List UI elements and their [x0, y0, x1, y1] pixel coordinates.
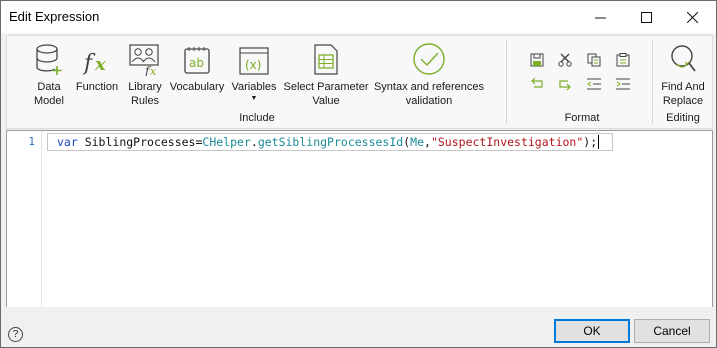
undo-icon [531, 77, 543, 88]
people-fx-icon: f x [129, 44, 159, 76]
ribbon-toolbar: Data Model f x Function f x Library Rule… [6, 35, 713, 129]
ab-icon: ab [184, 47, 210, 74]
copy-icon [587, 53, 601, 67]
line-number: 1 [28, 135, 35, 148]
function-label: Function [75, 81, 119, 93]
text-cursor [598, 135, 600, 149]
code-editor[interactable]: 1 var SiblingProcesses=CHelper.getSiblin… [6, 130, 713, 308]
table-doc-icon [314, 44, 338, 75]
undo-button[interactable] [526, 74, 548, 94]
format-group-label: Format [564, 112, 600, 124]
data-model-button[interactable]: Data Model [29, 40, 69, 108]
find-replace-button[interactable]: Find And Replace [657, 40, 709, 108]
chevron-down-icon: ▼ [250, 95, 258, 102]
code-string: "SuspectInvestigation" [430, 135, 584, 149]
paste-icon [616, 53, 630, 67]
code-line[interactable]: var SiblingProcesses=CHelper.getSiblingP… [57, 135, 600, 149]
vocabulary-label: Vocabulary [169, 81, 225, 93]
indent-button[interactable] [612, 74, 634, 94]
dialog-footer: ? OK Cancel [1, 307, 716, 347]
minimize-button[interactable] [577, 1, 623, 33]
svg-text:ab: ab [189, 56, 204, 70]
help-icon[interactable]: ? [8, 327, 23, 342]
select-parameter-value-label: Select Parameter Value [283, 81, 369, 107]
minimize-icon [594, 17, 606, 18]
ok-button[interactable]: OK [554, 319, 630, 343]
variables-label: Variables [231, 81, 277, 93]
syntax-validation-label: Syntax and references validation [373, 81, 485, 107]
outdent-button[interactable] [583, 74, 605, 94]
fx-icon: f x [82, 51, 106, 76]
code-identifier: SiblingProcesses= [77, 135, 203, 149]
code-class: CHelper [202, 135, 251, 149]
search-replace-icon [671, 45, 696, 72]
function-button[interactable]: f x Function [73, 40, 121, 94]
vocabulary-button[interactable]: ab Vocabulary [169, 40, 225, 94]
close-icon [686, 11, 698, 23]
ribbon-separator [652, 40, 653, 124]
cut-button[interactable] [554, 50, 576, 70]
x-window-icon: (x) [239, 47, 269, 75]
cancel-button[interactable]: Cancel [634, 319, 710, 343]
edit-expression-dialog: Edit Expression Data Model f x Function … [0, 0, 717, 348]
syntax-validation-button[interactable]: Syntax and references validation [373, 40, 485, 108]
find-replace-label: Find And Replace [661, 81, 705, 107]
line-number-gutter: 1 [7, 131, 42, 307]
library-rules-label: Library Rules [128, 81, 162, 107]
window-title: Edit Expression [9, 9, 100, 24]
maximize-button[interactable] [623, 1, 669, 33]
redo-button[interactable] [554, 74, 576, 94]
data-model-label: Data Model [34, 81, 64, 107]
save-icon [530, 53, 544, 67]
close-button[interactable] [669, 1, 715, 33]
code-method: getSiblingProcessesId [257, 135, 404, 149]
code-close: ); [583, 135, 598, 149]
outdent-icon [587, 78, 601, 90]
maximize-icon [640, 11, 652, 23]
indent-icon [616, 78, 630, 90]
code-comma: , [424, 135, 431, 149]
svg-text:f: f [82, 51, 96, 76]
svg-text:x: x [150, 65, 157, 76]
svg-text:x: x [94, 54, 106, 75]
scissors-icon [558, 53, 572, 67]
database-add-icon [36, 44, 62, 75]
include-group-label: Include [239, 112, 275, 124]
save-format-button[interactable] [526, 50, 548, 70]
code-dot: . [250, 135, 258, 149]
title-bar: Edit Expression [1, 1, 716, 33]
copy-button[interactable] [583, 50, 605, 70]
svg-text:(x): (x) [245, 58, 261, 72]
variables-dropdown-button[interactable]: (x) Variables ▼ [229, 40, 279, 103]
code-me: Me [410, 135, 425, 149]
check-circle-icon [413, 43, 445, 75]
select-parameter-value-button[interactable]: Select Parameter Value [283, 40, 369, 108]
ribbon-separator [506, 40, 507, 124]
redo-icon [559, 80, 571, 91]
library-rules-button[interactable]: f x Library Rules [125, 40, 165, 108]
paste-button[interactable] [612, 50, 634, 70]
editing-group-label: Editing [666, 112, 700, 124]
code-keyword: var [57, 135, 78, 149]
